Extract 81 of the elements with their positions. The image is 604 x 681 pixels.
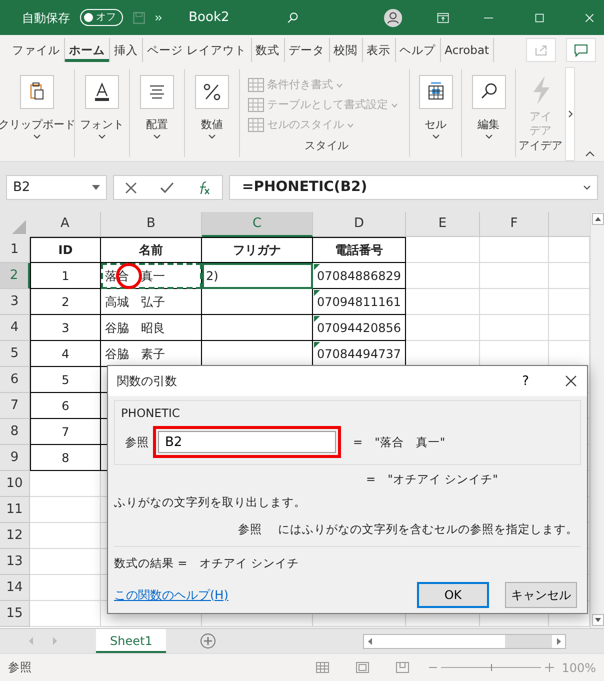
row-header[interactable]: 4 (0, 315, 30, 341)
equals-sign: = (353, 434, 363, 450)
row-header[interactable]: 3 (0, 289, 30, 315)
ribbon-tab[interactable]: ページ レイアウト (143, 38, 252, 62)
formula-result: 数式の結果 = オチアイ シンイチ (114, 555, 300, 572)
autosave-label: 自動保存 (22, 10, 70, 26)
table-cell[interactable]: 電話番号 (313, 237, 406, 263)
autosave-toggle[interactable]: オフ (80, 9, 123, 26)
row-header[interactable]: 2 (0, 263, 30, 289)
argument-name: 参照 (238, 521, 262, 538)
row-header[interactable]: 14 (0, 575, 30, 601)
table-cell[interactable]: 5 (30, 367, 101, 393)
ribbon-tab[interactable]: ホーム (65, 38, 110, 62)
group-label: アイデア (518, 138, 562, 154)
table-cell[interactable]: ID (30, 237, 101, 263)
row-header[interactable]: 7 (0, 393, 30, 419)
table-cell[interactable]: 2 (30, 289, 101, 315)
row-header[interactable]: 5 (0, 341, 30, 367)
help-link[interactable]: この関数のヘルプ(H) (114, 586, 228, 604)
ribbon-tab[interactable]: 表示 (362, 38, 396, 62)
group-button[interactable]: 数値 (201, 117, 223, 134)
row-header[interactable]: 13 (0, 549, 30, 575)
row-header[interactable]: 1 (0, 237, 30, 263)
column-header[interactable]: C (202, 212, 313, 237)
table-cell[interactable]: フリガナ (202, 237, 313, 263)
sheet-tab[interactable]: Sheet1 (96, 629, 166, 653)
table-cell[interactable]: 6 (30, 393, 101, 419)
group-button[interactable]: セル (424, 117, 446, 134)
table-cell[interactable]: 2) (202, 263, 313, 289)
ribbon-tab[interactable]: 校閲 (330, 38, 363, 62)
column-header[interactable]: F (480, 212, 549, 237)
equals-sign: = (366, 471, 376, 488)
table-cell[interactable]: 高城 弘子 (101, 289, 202, 315)
function-name: PHONETIC (121, 405, 181, 422)
ribbon-tab[interactable]: 数式 (252, 38, 285, 62)
ribbon-tab[interactable]: データ (284, 38, 330, 62)
cancel-button[interactable]: キャンセル (505, 582, 577, 608)
column-header[interactable]: B (101, 212, 202, 237)
document-title: Book2 (188, 8, 230, 27)
row-header[interactable]: 10 (0, 471, 30, 497)
ribbon-tab[interactable]: Acrobat (440, 38, 494, 62)
ribbon-tab[interactable]: ヘルプ (396, 38, 441, 62)
argument-label: 参照 (125, 434, 149, 450)
row-header[interactable]: 6 (0, 367, 30, 393)
group-label: スタイル (304, 138, 348, 154)
table-cell[interactable]: 8 (30, 445, 101, 471)
argument-field[interactable]: B2 (158, 431, 336, 453)
column-header[interactable]: E (406, 212, 480, 237)
row-header[interactable]: 9 (0, 445, 30, 471)
row-header[interactable]: 11 (0, 497, 30, 523)
help-button[interactable]: ? (516, 372, 535, 390)
row-header[interactable]: 8 (0, 419, 30, 445)
table-cell[interactable]: 07084886829 (313, 263, 406, 289)
dialog-title: 関数の引数 (117, 372, 177, 390)
column-header[interactable]: D (313, 212, 406, 237)
table-cell[interactable]: 7 (30, 419, 101, 445)
table-cell[interactable]: 1 (30, 263, 101, 289)
cell-reference: B2 (13, 178, 30, 197)
column-header[interactable]: A (30, 212, 101, 237)
group-button[interactable]: 配置 (146, 117, 168, 134)
row-header[interactable]: 12 (0, 523, 30, 549)
ok-button[interactable]: OK (417, 582, 489, 608)
function-description: ふりがなの文字列を取り出します。 (114, 494, 307, 511)
formula-text: =PHONETIC(B2) (242, 178, 368, 197)
argument-preview: "落合 真一" (374, 434, 446, 450)
table-cell[interactable]: 名前 (101, 237, 202, 263)
table-cell[interactable]: 4 (30, 341, 101, 367)
status-mode: 参照 (8, 658, 32, 676)
argument-help: にはふりがなの文字列を含むセルの参照を指定します。 (278, 521, 578, 538)
formula-field[interactable]: =PHONETIC(B2) (229, 175, 598, 200)
table-cell[interactable]: 07094811161 (313, 289, 406, 315)
name-box[interactable]: B2 (6, 175, 107, 200)
result-preview: "オチアイ シンイチ" (388, 471, 498, 488)
row-header[interactable]: 15 (0, 601, 30, 627)
group-button[interactable]: フォント (80, 117, 124, 134)
group-button[interactable]: 編集 (478, 117, 500, 134)
table-cell[interactable]: 07094420856 (313, 315, 406, 341)
table-cell[interactable]: 3 (30, 315, 101, 341)
table-cell[interactable]: 谷脇 昭良 (101, 315, 202, 341)
ribbon-tab[interactable]: ファイル (8, 38, 65, 62)
ribbon-tab[interactable]: 挿入 (110, 38, 143, 62)
